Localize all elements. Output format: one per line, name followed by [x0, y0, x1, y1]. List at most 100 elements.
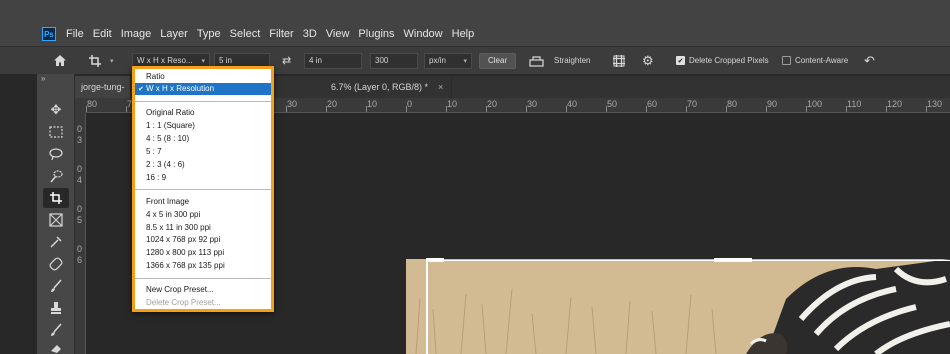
dropdown-item[interactable]: 1024 x 768 px 92 ppi — [135, 234, 271, 246]
dropdown-separator — [135, 277, 271, 279]
checkmark-icon: ✔ — [138, 85, 144, 93]
checkbox-unchecked-icon — [782, 56, 791, 65]
healing-brush-tool-icon[interactable] — [43, 254, 69, 274]
frame-tool-icon[interactable] — [43, 210, 69, 230]
tab-label: jorge-tung- — [81, 82, 125, 92]
height-field[interactable]: 4 in — [304, 52, 362, 69]
reset-icon[interactable]: ↶ — [864, 52, 875, 69]
crop-border-top[interactable] — [426, 260, 950, 261]
dropdown-item[interactable]: 2 : 3 (4 : 6) — [135, 158, 271, 170]
home-icon[interactable] — [53, 52, 67, 69]
ruler-tick — [326, 106, 327, 112]
ruler-tick — [886, 106, 887, 112]
menu-plugins[interactable]: Plugins — [358, 28, 394, 40]
menu-edit[interactable]: Edit — [93, 28, 112, 40]
dropdown-separator — [135, 100, 271, 102]
ruler-tick — [486, 106, 487, 112]
ruler-corner — [75, 98, 86, 113]
swap-icon[interactable]: ⇄ — [282, 52, 291, 69]
dropdown-item-label: W x H x Resolution — [146, 84, 215, 94]
ruler-tick-label: 50 — [607, 99, 618, 109]
ruler-tick — [366, 106, 367, 112]
dropdown-item[interactable]: 1366 x 768 px 135 ppi — [135, 260, 271, 272]
menu-image[interactable]: Image — [121, 28, 152, 40]
dropdown-item[interactable]: 5 : 7 — [135, 146, 271, 158]
history-brush-tool-icon[interactable] — [43, 320, 69, 340]
move-tool-icon[interactable]: ✥ — [43, 100, 69, 120]
title-strip — [0, 0, 950, 22]
straighten-button[interactable]: Straighten — [554, 52, 590, 69]
ruler-tick-label: 30 — [527, 99, 538, 109]
quick-selection-tool-icon[interactable] — [43, 166, 69, 186]
checkbox-checked-icon: ✔ — [676, 56, 685, 65]
eyedropper-tool-icon[interactable] — [43, 232, 69, 252]
dropdown-item[interactable]: 1280 x 800 px 113 ppi — [135, 247, 271, 259]
dropdown-item-label: 2 : 3 (4 : 6) — [146, 159, 185, 169]
crop-handle-top-left[interactable] — [426, 258, 444, 262]
tab-jorge-tung[interactable]: jorge-tung- — [75, 76, 131, 98]
brush-tool-icon[interactable] — [43, 276, 69, 296]
dropdown-item[interactable]: Original Ratio — [135, 107, 271, 119]
ruler-tick — [446, 106, 447, 112]
resolution-field[interactable]: 300 — [370, 52, 418, 69]
menu-select[interactable]: Select — [230, 28, 261, 40]
dropdown-item[interactable]: ✔ W x H x Resolution — [135, 82, 271, 95]
dropdown-item[interactable]: 4 x 5 in 300 ppi — [135, 208, 271, 220]
dropdown-item-label: 1366 x 768 px 135 ppi — [146, 261, 225, 271]
crop-handle-top-middle[interactable] — [714, 258, 752, 262]
clear-button-label: Clear — [479, 52, 517, 69]
overlay-grid-icon[interactable] — [612, 52, 626, 69]
ruler-tick — [86, 106, 87, 112]
delete-cropped-pixels-checkbox[interactable]: ✔ Delete Cropped Pixels — [676, 52, 769, 69]
ruler-tick-label: 5 — [77, 215, 83, 225]
menu-help[interactable]: Help — [452, 28, 475, 40]
menu-layer[interactable]: Layer — [160, 28, 188, 40]
menu-window[interactable]: Window — [404, 28, 443, 40]
close-icon[interactable]: × — [438, 82, 443, 92]
menu-filter[interactable]: Filter — [269, 28, 293, 40]
menu-file[interactable]: File — [66, 28, 84, 40]
clone-stamp-tool-icon[interactable] — [43, 298, 69, 318]
height-input[interactable]: 4 in — [304, 52, 362, 69]
ruler-tick-label: 4 — [77, 175, 83, 185]
crop-border-left[interactable] — [426, 260, 428, 354]
eraser-tool-icon[interactable] — [43, 342, 69, 354]
dropdown-item[interactable]: Front Image — [135, 195, 271, 207]
dropdown-item[interactable]: 8.5 x 11 in 300 ppi — [135, 221, 271, 233]
lasso-tool-icon[interactable] — [43, 144, 69, 164]
dropdown-item[interactable]: New Crop Preset... — [135, 284, 271, 296]
ratio-select-value: W x H x Reso... — [137, 56, 193, 65]
collapse-panel-icon[interactable]: » — [41, 74, 45, 83]
dropdown-item-label: Delete Crop Preset... — [146, 298, 221, 307]
dropdown-item-label: 4 x 5 in 300 ppi — [146, 209, 201, 219]
dropdown-item[interactable]: 1 : 1 (Square) — [135, 120, 271, 132]
menu-view[interactable]: View — [326, 28, 350, 40]
dropdown-item-label: 5 : 7 — [146, 147, 162, 156]
ruler-tick-label: 3 — [77, 135, 83, 145]
gear-icon[interactable]: ⚙ — [642, 52, 654, 69]
crop-tool-preset-icon[interactable]: ▾ — [88, 52, 114, 69]
dropdown-item-label: Original Ratio — [146, 108, 195, 118]
chevron-down-icon: ▾ — [463, 57, 467, 65]
dropdown-item[interactable]: Ratio — [135, 70, 271, 82]
ruler-tick-label: 130 — [927, 99, 943, 109]
menu-type[interactable]: Type — [197, 28, 221, 40]
ruler-tick-label: 0 — [77, 124, 83, 134]
ruler-tick — [726, 106, 727, 112]
content-aware-checkbox[interactable]: Content-Aware — [782, 52, 848, 69]
marquee-tool-icon[interactable] — [43, 122, 69, 142]
dropdown-item[interactable]: 16 : 9 — [135, 171, 271, 183]
clear-button[interactable]: Clear — [479, 52, 517, 69]
unit-select[interactable]: px/in ▾ — [424, 52, 472, 69]
menu-3d[interactable]: 3D — [303, 28, 317, 40]
content-aware-label: Content-Aware — [795, 56, 849, 65]
crop-tool-icon[interactable] — [43, 188, 69, 208]
resolution-input[interactable]: 300 — [370, 52, 418, 69]
straighten-icon[interactable] — [529, 52, 544, 69]
dropdown-item[interactable]: 4 : 5 (8 : 10) — [135, 133, 271, 145]
ruler-tick — [606, 106, 607, 112]
ruler-tick-label: 10 — [447, 99, 458, 109]
ruler-tick-label: 6 — [77, 255, 83, 265]
ruler-tick — [566, 106, 567, 112]
ruler-tick — [126, 106, 127, 112]
